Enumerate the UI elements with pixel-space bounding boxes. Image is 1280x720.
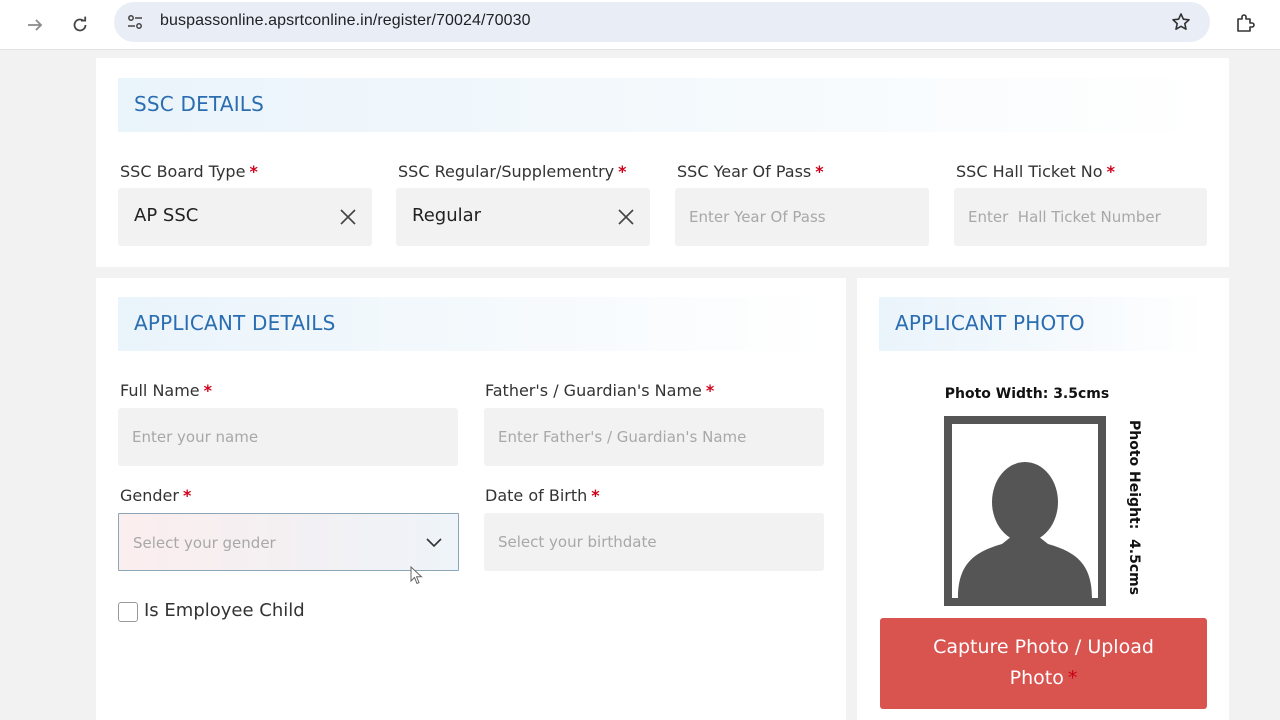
- mouse-cursor-icon: [410, 565, 424, 590]
- employee-child-label[interactable]: Is Employee Child: [144, 600, 305, 621]
- clear-icon[interactable]: [336, 205, 360, 229]
- ssc-board-type-label: SSC Board Type *: [120, 162, 258, 181]
- dob-label: Date of Birth *: [485, 486, 600, 505]
- silhouette-icon: [952, 424, 1098, 598]
- gender-placeholder: Select your gender: [133, 534, 276, 552]
- photo-height-wrap: Photo Height: 4.5cms: [1108, 420, 1158, 606]
- capture-upload-photo-button[interactable]: Capture Photo / Upload Photo *: [880, 618, 1207, 709]
- full-name-label: Full Name *: [120, 381, 213, 400]
- photo-placeholder[interactable]: [944, 416, 1106, 606]
- ssc-section-title: SSC DETAILS: [134, 92, 265, 116]
- url-text[interactable]: buspassonline.apsrtconline.in/register/7…: [160, 12, 531, 30]
- photo-width-wrap: Photo Width: 3.5cms: [882, 0, 1172, 720]
- clear-icon[interactable]: [614, 205, 638, 229]
- father-name-label: Father's / Guardian's Name *: [485, 381, 715, 400]
- ssc-year-of-pass-placeholder: Enter Year Of Pass: [689, 208, 826, 226]
- father-name-placeholder: Enter Father's / Guardian's Name: [498, 428, 747, 446]
- capture-button-line2: Photo *: [1009, 667, 1078, 689]
- bookmark-star-icon[interactable]: [1170, 11, 1192, 33]
- ssc-regular-supp-select[interactable]: Regular: [396, 188, 650, 246]
- forward-icon[interactable]: [18, 8, 52, 42]
- full-name-input[interactable]: Enter your name: [118, 408, 458, 466]
- site-info-icon[interactable]: [124, 11, 146, 33]
- dob-placeholder: Select your birthdate: [498, 533, 657, 551]
- ssc-board-type-value: AP SSC: [134, 205, 199, 226]
- chevron-down-icon[interactable]: [422, 530, 446, 554]
- employee-child-checkbox[interactable]: [118, 602, 138, 622]
- applicant-details-card: APPLICANT DETAILS: [96, 278, 846, 720]
- extensions-icon[interactable]: [1230, 8, 1260, 38]
- reload-icon[interactable]: [63, 8, 97, 42]
- full-name-placeholder: Enter your name: [132, 428, 259, 446]
- gender-select[interactable]: Select your gender: [118, 513, 459, 571]
- capture-button-line1: Capture Photo / Upload: [933, 636, 1154, 658]
- ssc-regular-supp-label: SSC Regular/Supplementry *: [398, 162, 627, 181]
- ssc-board-type-select[interactable]: AP SSC: [118, 188, 372, 246]
- ssc-year-of-pass-label: SSC Year Of Pass *: [677, 162, 824, 181]
- ssc-regular-supp-value: Regular: [412, 205, 482, 226]
- photo-height-text: Photo Height: 4.5cms: [1126, 420, 1142, 596]
- applicant-section-title: APPLICANT DETAILS: [134, 311, 336, 335]
- gender-label: Gender *: [120, 486, 192, 505]
- applicant-section-header: APPLICANT DETAILS: [118, 297, 824, 351]
- photo-width-text: Photo Width: 3.5cms: [944, 386, 1110, 402]
- dob-input[interactable]: Select your birthdate: [484, 513, 824, 571]
- father-name-input[interactable]: Enter Father's / Guardian's Name: [484, 408, 824, 466]
